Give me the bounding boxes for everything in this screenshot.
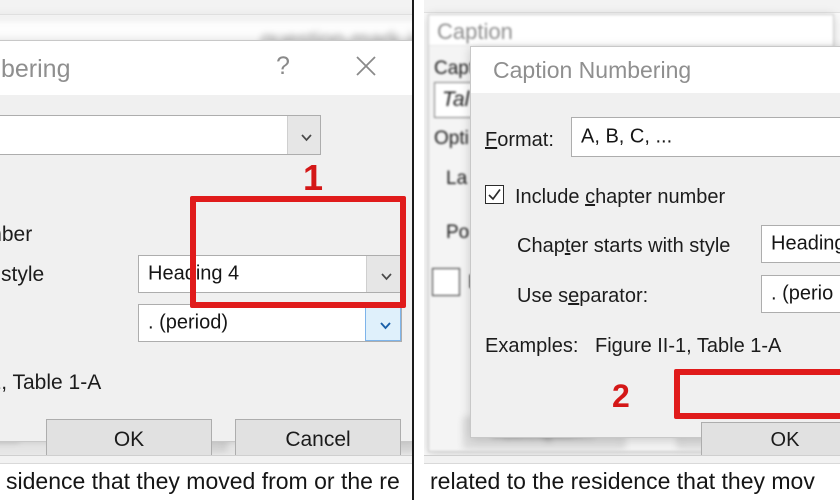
format-dropdown-arrow[interactable] — [287, 116, 320, 154]
options-group-label: Opti — [434, 128, 469, 149]
examples-label: Examples: — [485, 335, 579, 357]
numbering-title-bar: Caption Numbering — [471, 47, 840, 94]
examples-text: gure II-1, Table 1-A — [0, 371, 102, 394]
left-ribbon-edge — [0, 0, 414, 15]
chapter-starts-with-style-label-right: Chapter starts with style — [517, 235, 731, 257]
separator-value-right: . (perio — [771, 282, 834, 305]
left-doc-strip-separator — [0, 456, 414, 464]
screenshot-root: question-mark-icon OK Cancel bering ? — [0, 0, 840, 500]
position-field-label: Po — [446, 222, 470, 243]
chapter-style-value-right: Heading 4 — [771, 232, 840, 255]
format-combo-right[interactable]: A, B, C, ... — [571, 117, 840, 157]
chapter-style-combo-right[interactable]: Heading 4 — [761, 225, 840, 263]
right-doc-strip: related to the residence that they mov — [424, 455, 840, 500]
dialog-title: bering — [1, 55, 71, 83]
help-icon[interactable]: ? — [276, 52, 290, 81]
numbering-ok-button[interactable]: OK — [701, 422, 840, 458]
right-panel: Caption Capt Tal Opti La Po E AutoCaptio… — [424, 0, 840, 500]
format-value-right: A, B, C, ... — [581, 125, 673, 148]
separator-combo-right[interactable]: . (perio — [761, 275, 840, 313]
examples-value: Figure II-1, Table 1-A — [595, 335, 782, 357]
exclude-label-checkbox[interactable] — [432, 268, 460, 296]
red-highlight-box-2 — [674, 369, 840, 419]
caption-textbox-value: Tal — [442, 88, 470, 111]
format-combo[interactable]: , C, ... — [0, 115, 321, 155]
separator-dropdown-arrow[interactable] — [365, 305, 401, 341]
annotation-number-1: 1 — [303, 157, 324, 198]
chapter-starts-with-style-label: arts with style — [0, 263, 45, 286]
dialog-title-bar: bering ? — [0, 41, 414, 96]
right-doc-text: related to the residence that they mov — [430, 468, 815, 494]
left-doc-strip: sidence that they moved from or the re — [0, 455, 414, 500]
separator-combo[interactable]: . (period) — [138, 304, 402, 342]
caption-dialog-title: Caption — [437, 19, 513, 44]
include-chapter-number-label: pter number — [0, 223, 33, 246]
format-label: Format: — [485, 129, 554, 151]
close-icon[interactable] — [353, 53, 379, 79]
use-separator-label-right: Use separator: — [517, 285, 649, 307]
annotation-number-2: 2 — [612, 378, 630, 414]
left-doc-text: sidence that they moved from or the re — [6, 468, 400, 494]
include-chapter-number-checkbox[interactable] — [485, 185, 504, 204]
red-highlight-box-1 — [190, 196, 406, 308]
left-panel: question-mark-icon OK Cancel bering ? — [0, 0, 414, 500]
numbering-dialog-title: Caption Numbering — [493, 57, 692, 83]
label-field-label: La — [446, 168, 468, 189]
separator-value: . (period) — [148, 311, 229, 334]
include-chapter-number-label-right: Include chapter number — [515, 186, 726, 208]
right-ribbon-edge — [424, 0, 840, 13]
right-doc-strip-separator — [424, 456, 840, 464]
panel-gutter — [414, 0, 424, 500]
caption-field-label: Capt — [434, 58, 475, 79]
